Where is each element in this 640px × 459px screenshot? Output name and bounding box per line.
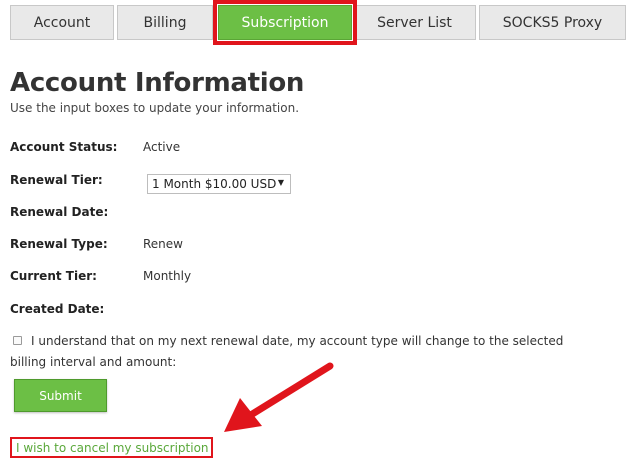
renewal-tier-select[interactable]: 1 Month $10.00 USD ▼ xyxy=(147,174,291,194)
tab-server-list[interactable]: Server List xyxy=(353,5,476,40)
page-title: Account Information xyxy=(10,68,305,98)
cancel-subscription-link[interactable]: I wish to cancel my subscription xyxy=(10,437,213,458)
tab-account[interactable]: Account xyxy=(10,5,114,40)
subscription-tab-highlight xyxy=(213,0,357,45)
consent-text-line1: I understand that on my next renewal dat… xyxy=(31,334,564,348)
renewal-tier-label: Renewal Tier: xyxy=(10,173,103,187)
tab-socks5-proxy[interactable]: SOCKS5 Proxy xyxy=(479,5,626,40)
red-arrow-icon xyxy=(224,362,334,432)
account-status-label: Account Status: xyxy=(10,140,118,154)
tab-bar: Account Billing Subscription Server List… xyxy=(0,0,640,48)
tab-billing[interactable]: Billing xyxy=(117,5,213,40)
created-date-label: Created Date: xyxy=(10,302,105,316)
renewal-date-label: Renewal Date: xyxy=(10,205,109,219)
renewal-type-value: Renew xyxy=(143,237,183,251)
current-tier-label: Current Tier: xyxy=(10,269,97,283)
renewal-type-label: Renewal Type: xyxy=(10,237,108,251)
current-tier-value: Monthly xyxy=(143,269,192,283)
consent-text-line2: billing interval and amount: xyxy=(10,355,177,369)
page-subtitle: Use the input boxes to update your infor… xyxy=(10,101,300,115)
consent-checkbox[interactable] xyxy=(13,336,22,345)
submit-button[interactable]: Submit xyxy=(14,379,107,412)
caret-down-icon: ▼ xyxy=(277,178,284,187)
renewal-tier-selected-value: 1 Month $10.00 USD xyxy=(152,177,277,191)
account-status-value: Active xyxy=(143,140,181,154)
